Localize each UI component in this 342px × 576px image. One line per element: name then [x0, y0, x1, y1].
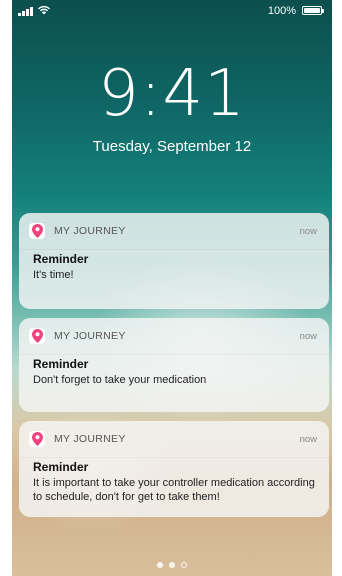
lock-screen: 100% 9:41 Tuesday, September 12 MY JOURN… — [12, 0, 332, 576]
battery-percentage: 100% — [267, 5, 296, 17]
page-dot — [157, 562, 163, 568]
page-dot — [169, 562, 175, 568]
notification-title: Reminder — [33, 357, 89, 371]
notification-app-name: MY JOURNEY — [54, 225, 126, 237]
location-pin-icon — [29, 328, 45, 344]
notification-app-name: MY JOURNEY — [54, 330, 126, 342]
notification-card[interactable]: MY JOURNEY now Reminder It is important … — [19, 421, 329, 517]
notification-header: MY JOURNEY now — [19, 421, 329, 458]
notification-card[interactable]: MY JOURNEY now Reminder Don't forget to … — [19, 318, 329, 412]
notification-title: Reminder — [33, 460, 89, 474]
notification-message: Don't forget to take your medication — [33, 374, 207, 386]
notification-time: now — [299, 433, 317, 445]
lock-date: Tuesday, September 12 — [92, 138, 252, 155]
notification-time: now — [299, 330, 317, 342]
location-pin-icon — [29, 431, 45, 447]
notification-header: MY JOURNEY now — [19, 318, 329, 355]
notification-app-name: MY JOURNEY — [54, 433, 126, 445]
status-bar: 100% — [12, 0, 332, 22]
notification-time: now — [299, 225, 317, 237]
lock-time: 9:41 — [98, 57, 246, 131]
location-pin-icon — [29, 223, 45, 239]
battery-icon — [302, 6, 324, 15]
wifi-icon — [38, 5, 50, 15]
signal-icon — [18, 7, 33, 16]
page-dot — [181, 562, 187, 568]
notification-title: Reminder — [33, 252, 89, 266]
notification-message: It's time! — [33, 269, 74, 281]
notification-message: It is important to take your controller … — [33, 477, 315, 503]
notification-card[interactable]: MY JOURNEY now Reminder It's time! — [19, 213, 329, 309]
page-indicator — [12, 562, 332, 576]
notification-header: MY JOURNEY now — [19, 213, 329, 250]
